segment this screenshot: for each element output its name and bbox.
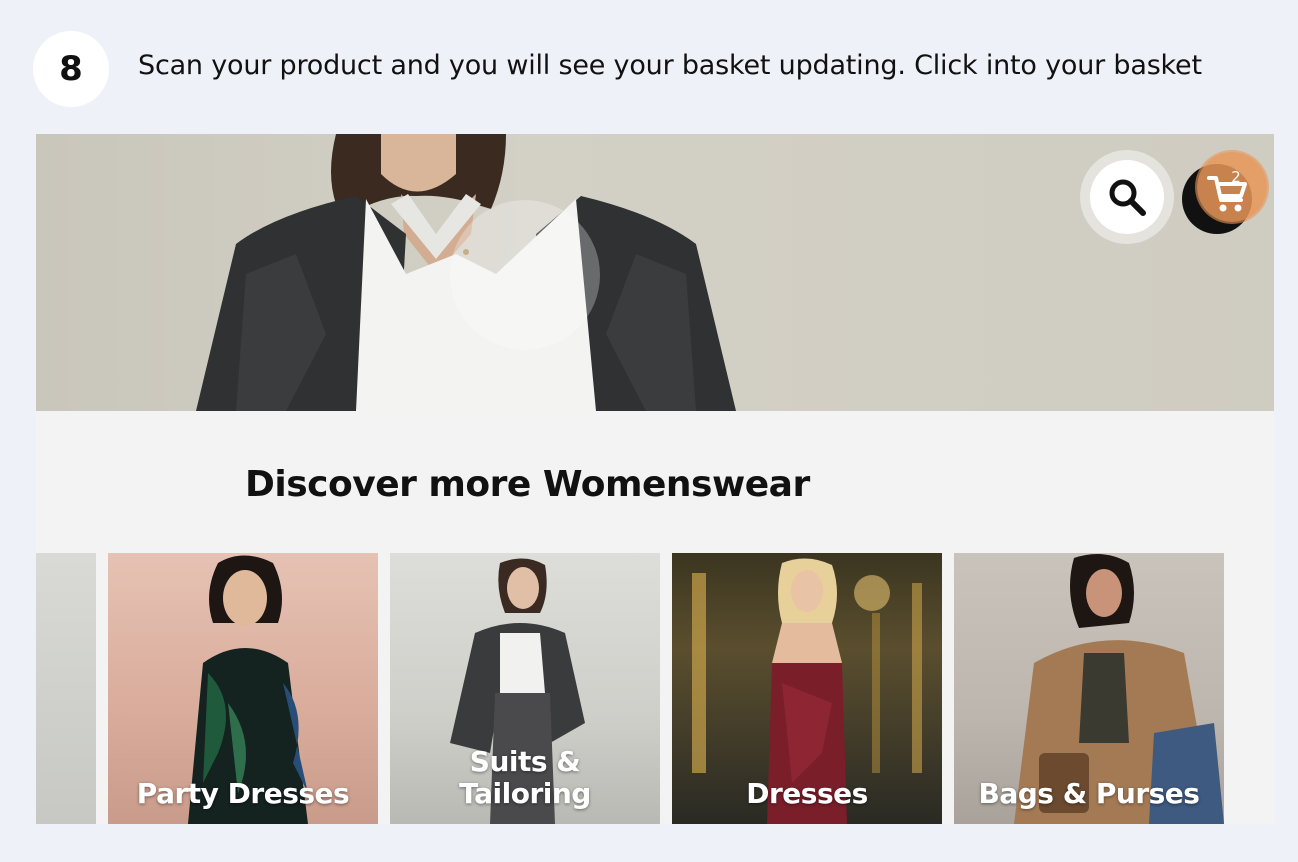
basket-button-highlight[interactable] [1197, 152, 1267, 222]
step-instruction: Scan your product and you will see your … [138, 50, 1202, 81]
touch-indicator [450, 200, 600, 350]
hero-banner: 2 [36, 134, 1274, 411]
category-label: Suits & Tailoring [459, 745, 591, 810]
category-tile-party-dresses[interactable]: Party Dresses [108, 553, 378, 824]
section-title: Discover more Womenswear [245, 464, 810, 505]
category-label: Dresses [746, 777, 868, 810]
category-label: Party Dresses [136, 777, 350, 810]
search-button[interactable] [1080, 150, 1174, 244]
category-tile-dresses[interactable]: Dresses [672, 553, 942, 824]
app-screenshot: 2 Discover more Womenswear Party Dresses… [36, 134, 1274, 824]
basket-count-badge: 2 [1231, 168, 1241, 186]
category-tile-bags-purses[interactable]: Bags & Purses [954, 553, 1224, 824]
step-number-badge: 8 [33, 31, 109, 107]
search-icon [1109, 179, 1146, 216]
category-tile-partial[interactable] [36, 553, 96, 824]
category-label: Bags & Purses [978, 777, 1200, 810]
category-tile-suits-tailoring[interactable]: Suits & Tailoring [390, 553, 660, 824]
